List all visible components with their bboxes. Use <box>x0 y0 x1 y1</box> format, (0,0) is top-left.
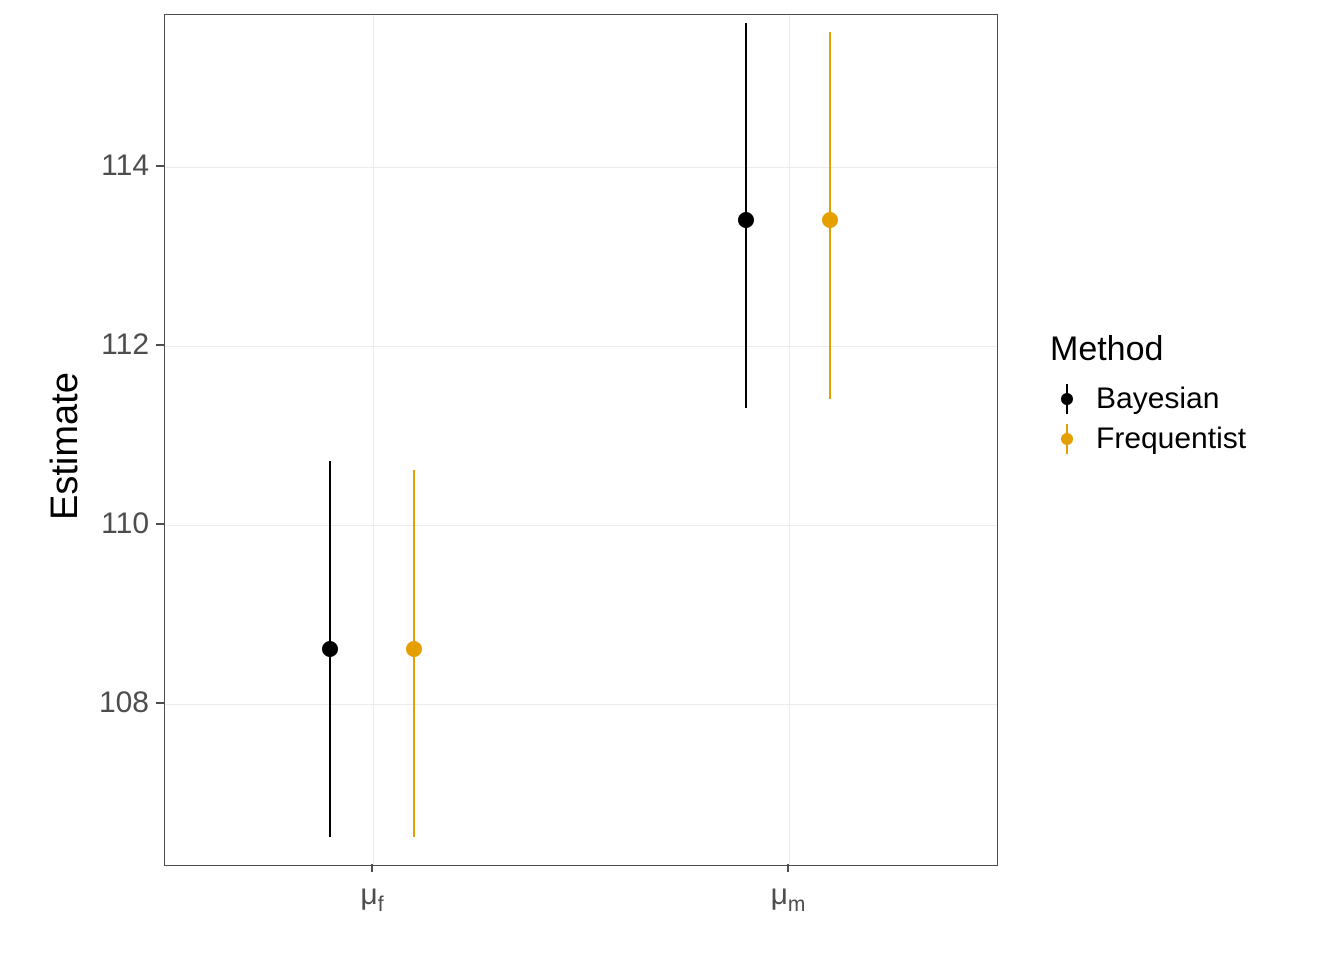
y-tick-label: 110 <box>94 507 149 541</box>
y-tick-label: 114 <box>94 149 149 183</box>
x-tick-label: μm <box>771 878 806 917</box>
y-tick-mark <box>156 344 164 346</box>
legend-label: Bayesian <box>1096 382 1219 416</box>
grid-line-h <box>165 346 997 347</box>
y-tick-mark <box>156 702 164 704</box>
x-tick-mark <box>371 864 373 872</box>
legend: Method Bayesian Frequentist <box>1050 330 1246 459</box>
data-point <box>406 641 422 657</box>
chart-figure: Estimate Method Bayesian Frequentist 108 1… <box>0 0 1344 960</box>
grid-line-h <box>165 167 997 168</box>
legend-key-icon <box>1050 422 1084 456</box>
legend-key-icon <box>1050 382 1084 416</box>
legend-item: Frequentist <box>1050 419 1246 459</box>
grid-line-h <box>165 525 997 526</box>
y-tick-mark <box>156 523 164 525</box>
data-point <box>822 212 838 228</box>
y-tick-label: 108 <box>94 686 149 720</box>
y-axis-label: Estimate <box>44 372 87 520</box>
legend-label: Frequentist <box>1096 422 1246 456</box>
grid-line-h <box>165 704 997 705</box>
data-point <box>738 212 754 228</box>
plot-panel <box>164 14 998 866</box>
grid-line-v <box>789 15 790 865</box>
data-point <box>322 641 338 657</box>
legend-title: Method <box>1050 330 1246 369</box>
legend-item: Bayesian <box>1050 379 1246 419</box>
x-tick-label: μf <box>360 878 383 917</box>
x-tick-mark <box>787 864 789 872</box>
y-tick-mark <box>156 165 164 167</box>
y-tick-label: 112 <box>94 328 149 362</box>
grid-line-v <box>373 15 374 865</box>
